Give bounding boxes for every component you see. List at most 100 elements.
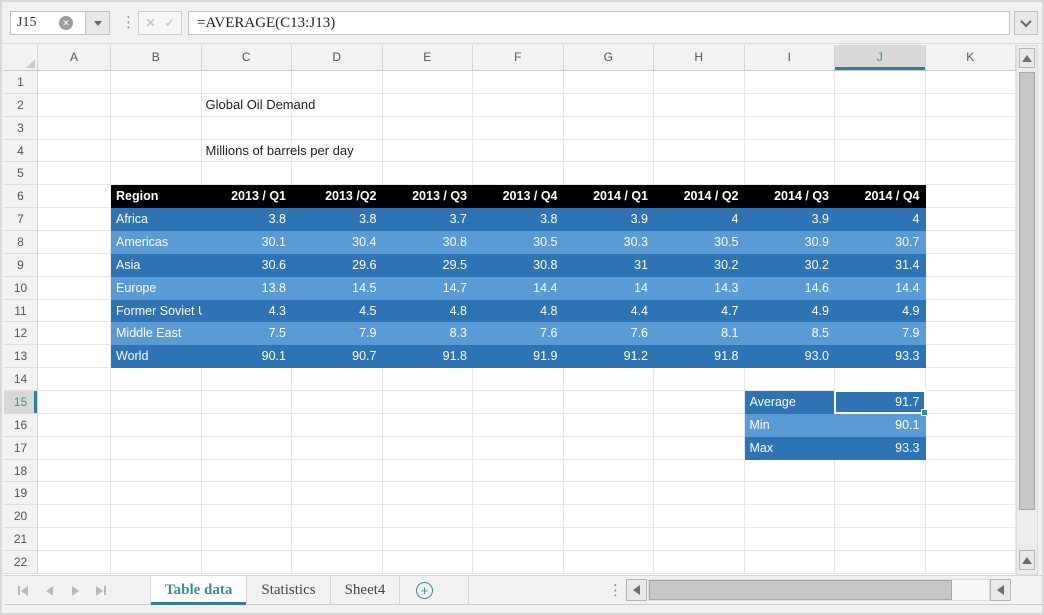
summary-label[interactable]: Max	[745, 437, 836, 460]
table-header-cell[interactable]: 2014 / Q4	[835, 185, 926, 208]
table-header-cell[interactable]: 2013 / Q1	[202, 185, 293, 208]
value-cell[interactable]: 90.7	[292, 345, 383, 368]
value-cell[interactable]: 14.7	[383, 277, 474, 300]
value-cell[interactable]: 30.2	[654, 254, 745, 277]
next-sheet-button[interactable]	[62, 576, 88, 605]
value-cell[interactable]: 14.5	[292, 277, 383, 300]
vertical-scrollbar-thumb[interactable]	[1019, 72, 1035, 510]
value-cell[interactable]: 31.4	[835, 254, 926, 277]
value-cell[interactable]: 4.4	[564, 300, 655, 323]
value-cell[interactable]: 93.3	[835, 345, 926, 368]
summary-label[interactable]: Min	[745, 414, 836, 437]
value-cell[interactable]: 4.8	[473, 300, 564, 323]
value-cell[interactable]: 3.7	[383, 208, 474, 231]
value-cell[interactable]: 7.9	[292, 322, 383, 345]
value-cell[interactable]: 91.8	[383, 345, 474, 368]
value-cell[interactable]: 30.2	[745, 254, 836, 277]
value-cell[interactable]: 7.5	[202, 322, 293, 345]
value-cell[interactable]: 8.3	[383, 322, 474, 345]
value-cell[interactable]: 13.8	[202, 277, 293, 300]
region-cell[interactable]: Africa	[111, 208, 202, 231]
value-cell[interactable]: 14.6	[745, 277, 836, 300]
value-cell[interactable]: 14.4	[835, 277, 926, 300]
summary-label[interactable]: Average	[745, 391, 836, 414]
table-header-cell[interactable]: 2013 / Q3	[383, 185, 474, 208]
value-cell[interactable]: 30.6	[202, 254, 293, 277]
cancel-entry-icon[interactable]: ✕	[145, 16, 155, 30]
value-cell[interactable]: 29.6	[292, 254, 383, 277]
table-header-cell[interactable]: 2013 / Q4	[473, 185, 564, 208]
region-cell[interactable]: Asia	[111, 254, 202, 277]
value-cell[interactable]: 30.8	[473, 254, 564, 277]
region-cell[interactable]: Europe	[111, 277, 202, 300]
summary-value[interactable]: 93.3	[835, 437, 926, 460]
value-cell[interactable]: 4.8	[383, 300, 474, 323]
value-cell[interactable]: 14.3	[654, 277, 745, 300]
value-cell[interactable]: 8.1	[654, 322, 745, 345]
value-cell[interactable]: 4.5	[292, 300, 383, 323]
formula-input[interactable]	[188, 11, 1010, 35]
value-cell[interactable]: 7.6	[473, 322, 564, 345]
value-cell[interactable]: 14.4	[473, 277, 564, 300]
fill-handle[interactable]	[921, 409, 928, 416]
tab-statistics[interactable]: Statistics	[247, 576, 330, 605]
tab-table-data[interactable]: Table data	[150, 576, 247, 605]
value-cell[interactable]: 3.8	[473, 208, 564, 231]
add-sheet-button[interactable]: +	[416, 582, 433, 599]
value-cell[interactable]: 30.1	[202, 231, 293, 254]
clear-name-icon[interactable]: ✕	[59, 16, 73, 30]
first-sheet-button[interactable]	[10, 576, 36, 605]
name-box-dropdown-button[interactable]	[85, 12, 109, 34]
value-cell[interactable]: 30.5	[654, 231, 745, 254]
value-cell[interactable]: 3.8	[202, 208, 293, 231]
vertical-scrollbar[interactable]	[1016, 45, 1038, 575]
value-cell[interactable]: 30.3	[564, 231, 655, 254]
value-cell[interactable]: 3.8	[292, 208, 383, 231]
table-header-cell[interactable]: 2014 / Q1	[564, 185, 655, 208]
value-cell[interactable]: 30.4	[292, 231, 383, 254]
previous-sheet-button[interactable]	[36, 576, 62, 605]
formula-expand-button[interactable]	[1014, 11, 1038, 35]
table-header-cell[interactable]: 2014 / Q2	[654, 185, 745, 208]
value-cell[interactable]: 30.8	[383, 231, 474, 254]
value-cell[interactable]: 91.9	[473, 345, 564, 368]
value-cell[interactable]: 29.5	[383, 254, 474, 277]
value-cell[interactable]: 4	[654, 208, 745, 231]
last-sheet-button[interactable]	[88, 576, 114, 605]
name-box-input[interactable]	[11, 15, 59, 31]
value-cell[interactable]: 30.7	[835, 231, 926, 254]
table-header-cell[interactable]: Region	[111, 185, 202, 208]
region-cell[interactable]: Former Soviet Union	[111, 300, 202, 323]
value-cell[interactable]: 90.1	[202, 345, 293, 368]
value-cell[interactable]: 7.9	[835, 322, 926, 345]
value-cell[interactable]: 4	[835, 208, 926, 231]
region-cell[interactable]: World	[111, 345, 202, 368]
scroll-up-button[interactable]	[1019, 48, 1035, 68]
value-cell[interactable]: 7.6	[564, 322, 655, 345]
value-cell[interactable]: 93.0	[745, 345, 836, 368]
value-cell[interactable]: 3.9	[745, 208, 836, 231]
value-cell[interactable]: 91.2	[564, 345, 655, 368]
value-cell[interactable]: 30.9	[745, 231, 836, 254]
horizontal-scrollbar[interactable]	[648, 579, 990, 601]
table-header-cell[interactable]: 2013 /Q2	[292, 185, 383, 208]
value-cell[interactable]: 4.9	[745, 300, 836, 323]
value-cell[interactable]: 4.9	[835, 300, 926, 323]
value-cell[interactable]: 4.3	[202, 300, 293, 323]
value-cell[interactable]: 8.5	[745, 322, 836, 345]
table-header-cell[interactable]: 2014 / Q3	[745, 185, 836, 208]
value-cell[interactable]: 14	[564, 277, 655, 300]
value-cell[interactable]: 4.7	[654, 300, 745, 323]
scroll-right-button[interactable]	[990, 579, 1011, 601]
region-cell[interactable]: Americas	[111, 231, 202, 254]
name-box[interactable]: ✕	[10, 11, 110, 35]
value-cell[interactable]: 91.8	[654, 345, 745, 368]
value-cell[interactable]: 31	[564, 254, 655, 277]
region-cell[interactable]: Middle East	[111, 322, 202, 345]
value-cell[interactable]: 3.9	[564, 208, 655, 231]
confirm-entry-icon[interactable]: ✓	[165, 16, 175, 30]
value-cell[interactable]: 30.5	[473, 231, 564, 254]
horizontal-scrollbar-thumb[interactable]	[649, 580, 952, 600]
summary-value[interactable]: 90.1	[835, 414, 926, 437]
scroll-left-button[interactable]	[626, 579, 647, 601]
